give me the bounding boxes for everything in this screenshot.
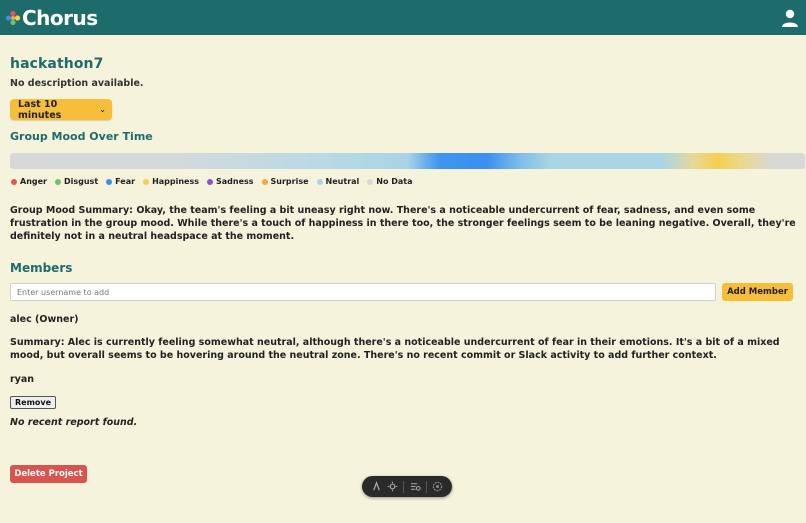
legend-dot (11, 178, 17, 185)
toolbar-divider (425, 480, 427, 493)
add-member-button[interactable]: Add Member (722, 283, 793, 301)
logo-flower-icon (5, 10, 21, 25)
legend-dot (54, 178, 61, 185)
remove-member-button[interactable]: Remove (10, 396, 57, 409)
legend-item-fear: Fear (106, 177, 135, 186)
time-range-value: Last 10 minutes (18, 98, 62, 121)
legend-label: No Data (376, 177, 413, 186)
member-name-ryan: ryan (10, 374, 35, 385)
time-range-select[interactable]: Last 10 minutes ⌄ (10, 98, 112, 121)
settings-icon[interactable] (387, 481, 398, 492)
page-title: hackathon7 (10, 56, 104, 72)
delete-project-button[interactable]: Delete Project (10, 465, 87, 483)
legend-dot (143, 178, 150, 185)
members-heading: Members (10, 261, 73, 275)
legend-label: Sadness (216, 177, 254, 186)
legend-dot (367, 178, 374, 185)
toolbar-divider (403, 480, 405, 493)
legend-label: Anger (20, 177, 47, 186)
member-summary-alec: Summary: Alec is currently feeling somew… (10, 337, 780, 361)
mood-legend: Anger Disgust Fear Happiness Sadness Surprise… (10, 177, 796, 186)
legend-item-no-data: No Data (367, 177, 413, 186)
floating-toolbar (362, 476, 452, 497)
legend-item-anger: Anger (11, 177, 47, 186)
gear-icon[interactable] (432, 481, 443, 492)
legend-label: Happiness (152, 177, 199, 186)
username-input[interactable]: Enter username to add (10, 283, 716, 301)
legend-dot (261, 178, 268, 185)
username-input-placeholder: Enter username to add (17, 287, 110, 297)
legend-item-surprise: Surprise (261, 177, 309, 186)
member-report-ryan: No recent report found. (10, 417, 138, 428)
add-member-row: Enter username to add Add Member (10, 283, 796, 301)
legend-label: Fear (115, 177, 136, 186)
inspect-icon[interactable] (410, 481, 421, 492)
top-nav-bar: Chorus (0, 0, 806, 35)
legend-dot (316, 178, 323, 185)
pointer-icon[interactable] (371, 481, 382, 492)
mood-timeline-bar (10, 153, 805, 169)
project-description: No description available. (10, 78, 144, 89)
legend-label: Disgust (63, 177, 99, 186)
legend-item-disgust: Disgust (54, 177, 99, 186)
legend-item-happiness: Happiness (143, 177, 199, 186)
chevron-down-icon: ⌄ (99, 105, 106, 114)
legend-label: Surprise (270, 177, 309, 186)
legend-dot (207, 178, 213, 185)
legend-label: Neutral (325, 177, 360, 186)
member-name-alec: alec (Owner) (10, 314, 79, 325)
group-mood-summary: Group Mood Summary: Okay, the team's fee… (10, 204, 800, 243)
project-page: hackathon7 No description available. Las… (0, 56, 806, 428)
group-summary-label: Group Mood Summary: (10, 205, 133, 216)
logo-text: Chorus (22, 5, 98, 30)
app-logo[interactable]: Chorus (5, 8, 98, 28)
legend-dot (106, 178, 113, 185)
legend-item-neutral: Neutral (316, 177, 360, 186)
mood-chart-heading: Group Mood Over Time (10, 130, 153, 143)
user-profile-icon[interactable] (780, 8, 800, 28)
legend-item-sadness: Sadness (207, 177, 254, 186)
